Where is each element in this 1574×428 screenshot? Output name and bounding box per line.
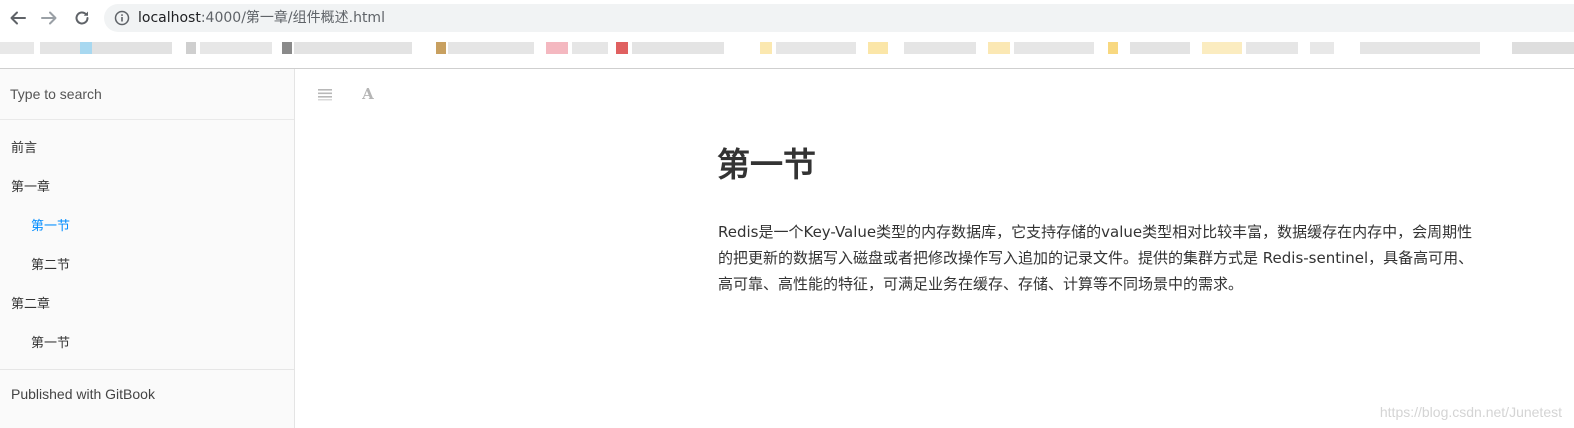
blurred-bookmark bbox=[448, 42, 534, 54]
search-box bbox=[0, 69, 294, 120]
blurred-bookmark bbox=[1360, 42, 1480, 54]
blurred-bookmark bbox=[1014, 42, 1094, 54]
browser-toolbar: localhost:4000/第一章/组件概述.html bbox=[0, 0, 1574, 36]
blurred-bookmark bbox=[904, 42, 976, 54]
search-input[interactable] bbox=[10, 83, 280, 105]
blurred-bookmark bbox=[616, 42, 628, 54]
toc-item-chapter-1[interactable]: 第一章 bbox=[0, 168, 294, 207]
blurred-bookmark bbox=[200, 42, 272, 54]
address-bar[interactable]: localhost:4000/第一章/组件概述.html bbox=[104, 4, 1574, 32]
page-body-paragraph: Redis是一个Key-Value类型的内存数据库，它支持存储的value类型相… bbox=[718, 223, 1474, 293]
bookmarks-bar bbox=[0, 36, 1574, 69]
blurred-bookmark bbox=[40, 42, 80, 54]
url-path: :4000/第一章/组件概述.html bbox=[200, 10, 385, 26]
forward-arrow-icon[interactable] bbox=[37, 6, 61, 30]
blurred-bookmark bbox=[1310, 42, 1334, 54]
blurred-bookmark bbox=[776, 42, 856, 54]
blurred-bookmark bbox=[1512, 42, 1574, 54]
toc-item-preface[interactable]: 前言 bbox=[0, 129, 294, 168]
blurred-bookmark bbox=[0, 42, 34, 54]
table-of-contents: 前言 第一章 第一节 第二节 第二章 第一节 bbox=[0, 129, 294, 363]
font-settings-icon[interactable]: A bbox=[358, 84, 378, 104]
blurred-bookmark bbox=[294, 42, 412, 54]
url-host: localhost bbox=[138, 10, 201, 26]
reload-icon[interactable] bbox=[70, 6, 94, 30]
page-title: 第一节 bbox=[717, 145, 816, 184]
blurred-bookmark bbox=[868, 42, 888, 54]
blurred-bookmark bbox=[1130, 42, 1190, 54]
back-arrow-icon[interactable] bbox=[6, 6, 30, 30]
font-settings-glyph: A bbox=[362, 85, 374, 103]
menu-lines-icon[interactable] bbox=[315, 84, 335, 104]
url-text[interactable]: localhost:4000/第一章/组件概述.html bbox=[138, 9, 385, 27]
blurred-bookmark bbox=[436, 42, 446, 54]
toc-item-chapter-1-section-2[interactable]: 第二节 bbox=[0, 246, 294, 285]
blurred-bookmark bbox=[186, 42, 196, 54]
blurred-bookmark bbox=[282, 42, 292, 54]
blurred-bookmark bbox=[988, 42, 1010, 54]
blurred-bookmark bbox=[80, 42, 92, 54]
sidebar-divider bbox=[0, 369, 294, 370]
blurred-bookmark bbox=[572, 42, 608, 54]
blurred-bookmark bbox=[92, 42, 172, 54]
book-summary-sidebar: 前言 第一章 第一节 第二节 第二章 第一节 Published with Gi… bbox=[0, 69, 295, 428]
blurred-bookmark bbox=[1108, 42, 1118, 54]
published-with-gitbook-link[interactable]: Published with GitBook bbox=[11, 386, 155, 402]
toc-item-chapter-2[interactable]: 第二章 bbox=[0, 285, 294, 324]
blurred-bookmark bbox=[546, 42, 568, 54]
toc-item-chapter-2-section-1[interactable]: 第一节 bbox=[0, 324, 294, 363]
blurred-bookmark bbox=[1246, 42, 1298, 54]
blurred-bookmark bbox=[632, 42, 724, 54]
blurred-bookmark bbox=[760, 42, 772, 54]
blurred-bookmark bbox=[1202, 42, 1242, 54]
info-icon[interactable] bbox=[114, 10, 130, 30]
toc-item-chapter-1-section-1[interactable]: 第一节 bbox=[0, 207, 294, 246]
watermark: https://blog.csdn.net/Junetest bbox=[1379, 404, 1562, 420]
